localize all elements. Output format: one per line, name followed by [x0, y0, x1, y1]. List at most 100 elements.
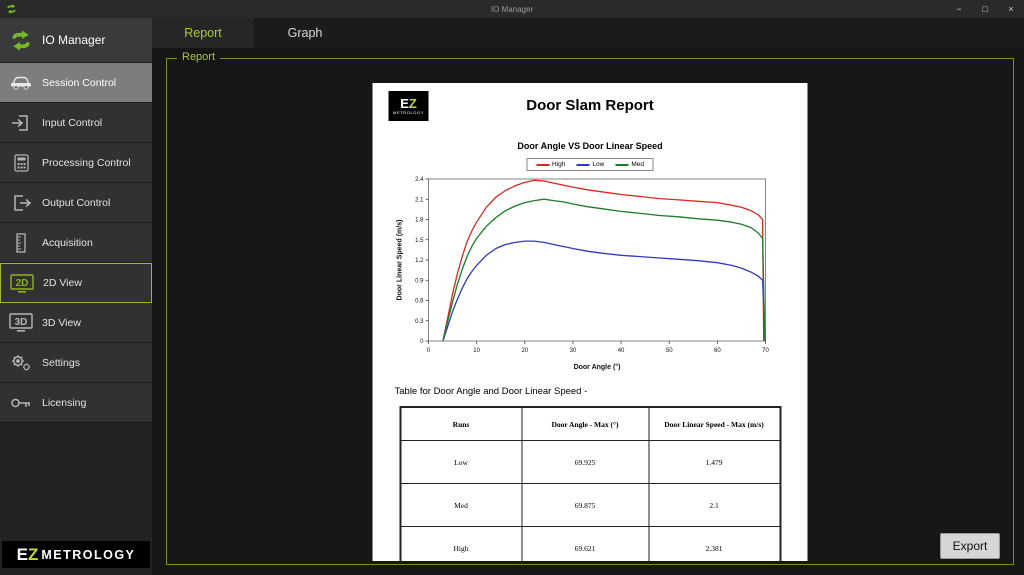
- key-icon: [8, 391, 34, 415]
- svg-text:1.8: 1.8: [415, 218, 424, 224]
- report-table: Runs Door Angle - Max (°) Door Linear Sp…: [399, 406, 781, 561]
- svg-text:1.2: 1.2: [415, 258, 424, 264]
- svg-text:20: 20: [521, 348, 528, 354]
- sidebar-item-acquisition[interactable]: Acquisition: [0, 223, 152, 263]
- svg-text:2.4: 2.4: [415, 177, 424, 183]
- column-header-angle: Door Angle - Max (°): [522, 407, 649, 441]
- cell-angle: 69.925: [522, 441, 649, 484]
- svg-text:50: 50: [666, 348, 673, 354]
- report-header: EZ METROLOGY Door Slam Report: [373, 91, 808, 125]
- sidebar-item-label: 2D View: [43, 277, 82, 289]
- sidebar: IO Manager Session Control Input Control: [0, 18, 152, 575]
- brand-letter-z: Z: [28, 545, 38, 565]
- legend-label: High: [552, 161, 565, 168]
- export-button[interactable]: Export: [940, 533, 1000, 559]
- svg-text:3D: 3D: [15, 317, 28, 328]
- svg-text:40: 40: [618, 348, 625, 354]
- sidebar-item-label: Settings: [42, 357, 80, 369]
- door-in-icon: [8, 111, 34, 135]
- title-bar: IO Manager − □ ×: [0, 0, 1024, 18]
- ruler-icon: [8, 231, 34, 255]
- io-manager-logo-icon: [8, 28, 34, 52]
- legend-item: High: [536, 161, 565, 168]
- sidebar-item-label: Processing Control: [42, 157, 131, 169]
- calculator-icon: [8, 151, 34, 175]
- legend-label: Low: [592, 161, 604, 168]
- legend-item: Low: [576, 161, 604, 168]
- legend-line-swatch: [576, 164, 589, 166]
- minimize-button[interactable]: −: [946, 0, 972, 18]
- tab-report[interactable]: Report: [152, 18, 254, 48]
- column-header-speed: Door Linear Speed - Max (m/s): [649, 407, 781, 441]
- 2d-view-icon: 2D: [9, 271, 35, 295]
- sidebar-item-label: Acquisition: [42, 237, 93, 249]
- cell-run: Med: [400, 484, 522, 527]
- svg-text:70: 70: [762, 348, 769, 354]
- chart-legend: High Low Med: [526, 158, 654, 171]
- cell-run: High: [400, 527, 522, 562]
- report-logo-z: Z: [409, 96, 417, 111]
- report-chart: 01020304050607000.30.60.91.21.51.82.12.4…: [393, 173, 788, 373]
- gears-icon: [8, 351, 34, 375]
- sidebar-item-licensing[interactable]: Licensing: [0, 383, 152, 423]
- table-row: Med 69.875 2.1: [400, 484, 780, 527]
- report-logo-name: METROLOGY: [393, 111, 424, 115]
- table-row: High 69.621 2.381: [400, 527, 780, 562]
- tab-graph[interactable]: Graph: [254, 18, 356, 48]
- app-logo-icon: [6, 4, 17, 14]
- svg-text:0.9: 0.9: [415, 278, 424, 284]
- svg-text:0.6: 0.6: [415, 299, 424, 305]
- legend-item: Med: [615, 161, 644, 168]
- sidebar-item-3d-view[interactable]: 3D 3D View: [0, 303, 152, 343]
- cell-angle: 69.875: [522, 484, 649, 527]
- sidebar-title: IO Manager: [42, 33, 105, 47]
- main-area: Report Graph Report EZ METROLOGY Door Sl…: [152, 18, 1024, 575]
- column-header-runs: Runs: [400, 407, 522, 441]
- sidebar-item-session-control[interactable]: Session Control: [0, 63, 152, 103]
- cell-speed: 2.1: [649, 484, 781, 527]
- sidebar-item-settings[interactable]: Settings: [0, 343, 152, 383]
- sidebar-item-label: 3D View: [42, 317, 81, 329]
- groupbox-label: Report: [177, 51, 220, 63]
- svg-text:1.5: 1.5: [415, 238, 424, 244]
- brand-letter-e: E: [17, 545, 28, 565]
- chart-title: Door Angle VS Door Linear Speed: [373, 141, 808, 151]
- sidebar-item-label: Output Control: [42, 197, 110, 209]
- svg-text:60: 60: [714, 348, 721, 354]
- cell-speed: 1.479: [649, 441, 781, 484]
- legend-line-swatch: [615, 164, 628, 166]
- sidebar-item-label: Licensing: [42, 397, 86, 409]
- table-header-row: Runs Door Angle - Max (°) Door Linear Sp…: [400, 407, 780, 441]
- legend-line-swatch: [536, 164, 549, 166]
- sidebar-item-2d-view[interactable]: 2D 2D View: [0, 263, 152, 303]
- brand-name: METROLOGY: [41, 548, 135, 562]
- car-icon: [8, 71, 34, 95]
- table-caption: Table for Door Angle and Door Linear Spe…: [395, 386, 808, 397]
- cell-run: Low: [400, 441, 522, 484]
- report-groupbox: Report EZ METROLOGY Door Slam Report Doo…: [166, 58, 1014, 565]
- maximize-button[interactable]: □: [972, 0, 998, 18]
- sidebar-item-output-control[interactable]: Output Control: [0, 183, 152, 223]
- report-title: Door Slam Report: [373, 91, 808, 114]
- svg-text:2.1: 2.1: [415, 197, 424, 203]
- svg-text:Door Linear Speed (m/s): Door Linear Speed (m/s): [397, 220, 404, 301]
- cell-speed: 2.381: [649, 527, 781, 562]
- sidebar-header: IO Manager: [0, 18, 152, 63]
- svg-text:2D: 2D: [16, 278, 29, 289]
- sidebar-item-label: Input Control: [42, 117, 102, 129]
- report-page: EZ METROLOGY Door Slam Report Door Angle…: [373, 83, 808, 561]
- sidebar-item-label: Session Control: [42, 77, 116, 89]
- svg-text:10: 10: [473, 348, 480, 354]
- cell-angle: 69.621: [522, 527, 649, 562]
- svg-text:0.3: 0.3: [415, 319, 424, 325]
- legend-label: Med: [631, 161, 644, 168]
- svg-text:Door Angle (°): Door Angle (°): [574, 363, 621, 371]
- door-out-icon: [8, 191, 34, 215]
- table-row: Low 69.925 1.479: [400, 441, 780, 484]
- svg-text:0: 0: [420, 339, 424, 345]
- ez-metrology-logo: E Z METROLOGY: [2, 541, 150, 568]
- sidebar-item-processing-control[interactable]: Processing Control: [0, 143, 152, 183]
- close-button[interactable]: ×: [998, 0, 1024, 18]
- sidebar-item-input-control[interactable]: Input Control: [0, 103, 152, 143]
- svg-text:0: 0: [427, 348, 431, 354]
